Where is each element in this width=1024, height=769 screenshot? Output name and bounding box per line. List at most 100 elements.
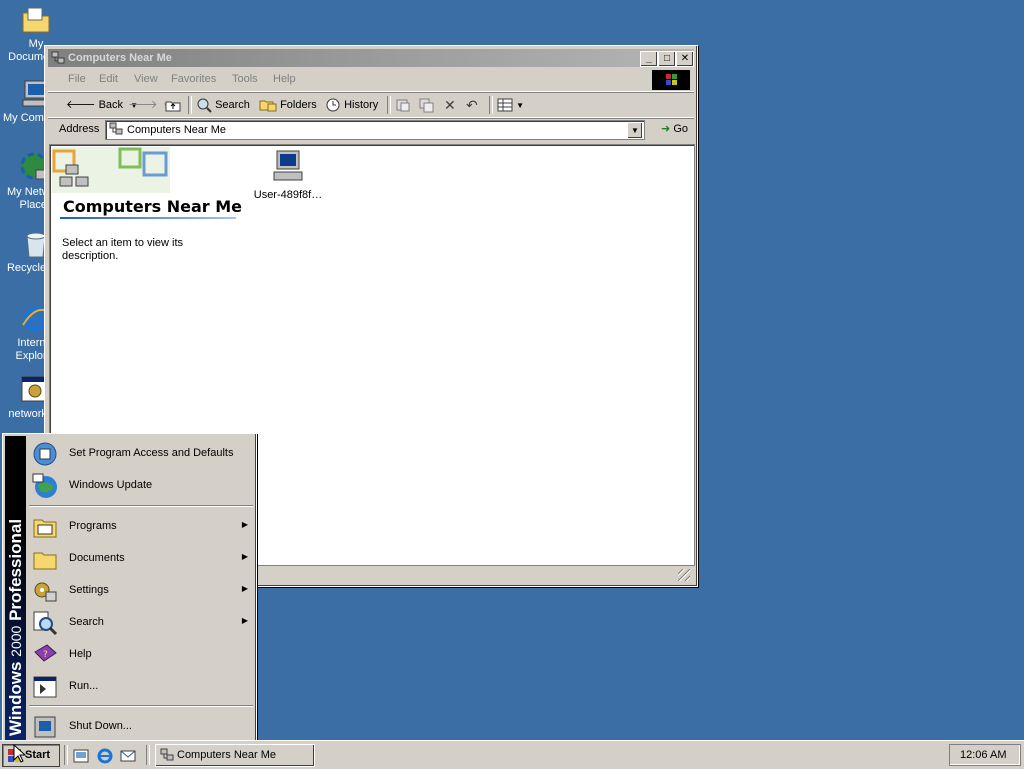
network-banner-graphic	[52, 147, 170, 193]
menu-item-settings[interactable]: Settings ▶	[27, 574, 253, 606]
title-bar[interactable]: Computers Near Me _ □ ✕	[48, 49, 694, 67]
toolbar: 🡐 Back ▼ 🡒 ▼ Search Folders History	[48, 93, 694, 118]
banner-edition: Professional	[6, 518, 25, 621]
taskbar: Start Computers Near Me 12:06 AM	[0, 740, 1024, 769]
computer-icon	[273, 150, 303, 181]
move-to-icon	[396, 99, 410, 112]
banner-brand: Windows	[6, 661, 25, 736]
submenu-arrow-icon: ▶	[241, 616, 248, 625]
menu-item-run[interactable]: Run...	[27, 670, 253, 702]
go-arrow-icon: ➜	[661, 123, 671, 135]
search-label: Search	[215, 99, 250, 111]
menu-edit[interactable]: Edit	[99, 73, 118, 85]
folders-icon	[259, 100, 277, 112]
views-button[interactable]: ▼	[497, 96, 524, 114]
menu-bar: File Edit View Favorites Tools Help	[48, 69, 694, 92]
menu-tools[interactable]: Tools	[232, 73, 258, 85]
copy-to-button[interactable]	[418, 96, 434, 114]
run-icon	[33, 676, 57, 698]
up-folder-button[interactable]	[165, 96, 181, 114]
address-label: Address	[59, 123, 100, 135]
history-button[interactable]: History	[325, 96, 378, 114]
clock[interactable]: 12:06 AM	[960, 749, 1006, 761]
move-to-button[interactable]	[395, 96, 411, 114]
menu-item-label: Settings	[69, 584, 109, 596]
panel-description: Select an item to view its description.	[62, 237, 184, 262]
search-button[interactable]: Search	[196, 96, 250, 114]
chevron-down-icon: ▼	[516, 101, 524, 110]
menu-item-programs[interactable]: Programs ▶	[27, 510, 253, 542]
delete-icon: ✕	[444, 97, 456, 113]
address-bar: Address Computers Near Me ▼ ➜ Go	[48, 119, 694, 141]
copy-to-icon	[419, 98, 434, 113]
menu-file[interactable]: File	[68, 73, 86, 85]
window-title: Computers Near Me	[68, 52, 172, 64]
folders-label: Folders	[280, 99, 317, 111]
banner-version: 2000	[8, 625, 24, 657]
documents-icon	[33, 552, 57, 570]
menu-item-documents[interactable]: Documents ▶	[27, 542, 253, 574]
go-button[interactable]: ➜ Go	[661, 122, 688, 135]
menu-item-search[interactable]: Search ▶	[27, 606, 253, 638]
taskbar-button-computers-near-me[interactable]: Computers Near Me	[155, 744, 315, 767]
folders-button[interactable]: Folders	[259, 96, 317, 114]
menu-item-label: Programs	[69, 520, 117, 532]
menu-item-label: Set Program Access and Defaults	[69, 447, 234, 459]
show-desktop-icon[interactable]	[72, 747, 90, 765]
network-icon	[109, 122, 123, 135]
menu-item-windows-update[interactable]: Windows Update	[27, 469, 253, 501]
undo-button[interactable]: ↶	[466, 96, 478, 114]
back-arrow-icon: 🡐	[66, 99, 96, 112]
windows-update-icon	[32, 473, 57, 498]
panel-divider	[60, 217, 236, 219]
list-item[interactable]: User-489f8f…	[248, 149, 328, 201]
network-icon	[160, 748, 174, 761]
history-icon	[326, 98, 340, 112]
delete-button[interactable]: ✕	[444, 96, 456, 114]
submenu-arrow-icon: ▶	[241, 584, 248, 593]
menu-item-label: Help	[69, 648, 92, 660]
menu-item-program-access[interactable]: Set Program Access and Defaults	[27, 437, 253, 469]
close-button[interactable]: ✕	[676, 51, 694, 67]
ie-icon[interactable]	[96, 747, 114, 765]
menu-item-shut-down[interactable]: Shut Down...	[27, 710, 253, 742]
history-label: History	[344, 99, 379, 111]
list-item-label: User-489f8f…	[253, 189, 323, 201]
menu-help[interactable]: Help	[273, 73, 296, 85]
go-label: Go	[673, 123, 688, 135]
up-folder-icon	[165, 101, 181, 112]
resize-grip-icon[interactable]	[678, 569, 690, 581]
menu-favorites[interactable]: Favorites	[171, 73, 216, 85]
menu-view[interactable]: View	[134, 73, 158, 85]
menu-item-label: Documents	[69, 552, 125, 564]
search-icon	[197, 98, 212, 113]
start-menu-banner: Windows 2000 Professional	[5, 436, 26, 740]
address-input[interactable]: Computers Near Me ▼	[105, 120, 645, 140]
system-tray: 12:06 AM	[949, 744, 1021, 766]
submenu-arrow-icon: ▶	[241, 520, 248, 529]
start-label: Start	[25, 749, 51, 761]
outlook-express-icon[interactable]	[119, 747, 137, 765]
address-dropdown-button[interactable]: ▼	[627, 122, 643, 139]
windows-logo-icon	[652, 70, 690, 90]
shutdown-icon	[34, 716, 56, 738]
svg-text:?: ?	[43, 650, 48, 660]
help-icon: ?	[34, 644, 57, 662]
panel-title: Computers Near Me	[63, 197, 243, 216]
programs-icon	[33, 519, 57, 538]
address-value: Computers Near Me	[127, 124, 227, 136]
menu-item-help[interactable]: ? Help	[27, 638, 253, 670]
undo-icon: ↶	[466, 97, 478, 113]
mouse-cursor-icon	[13, 744, 27, 763]
maximize-button[interactable]: □	[658, 51, 676, 67]
menu-item-label: Search	[69, 616, 104, 628]
views-icon	[497, 98, 513, 112]
start-menu: Windows 2000 Professional Set Program Ac…	[2, 433, 257, 744]
submenu-arrow-icon: ▶	[241, 552, 248, 561]
menu-item-label: Run...	[69, 680, 99, 692]
program-access-icon	[33, 442, 57, 466]
minimize-button[interactable]: _	[640, 51, 658, 67]
start-button[interactable]: Start	[2, 744, 60, 767]
search-icon	[33, 611, 58, 636]
menu-item-label: Shut Down...	[69, 720, 132, 732]
